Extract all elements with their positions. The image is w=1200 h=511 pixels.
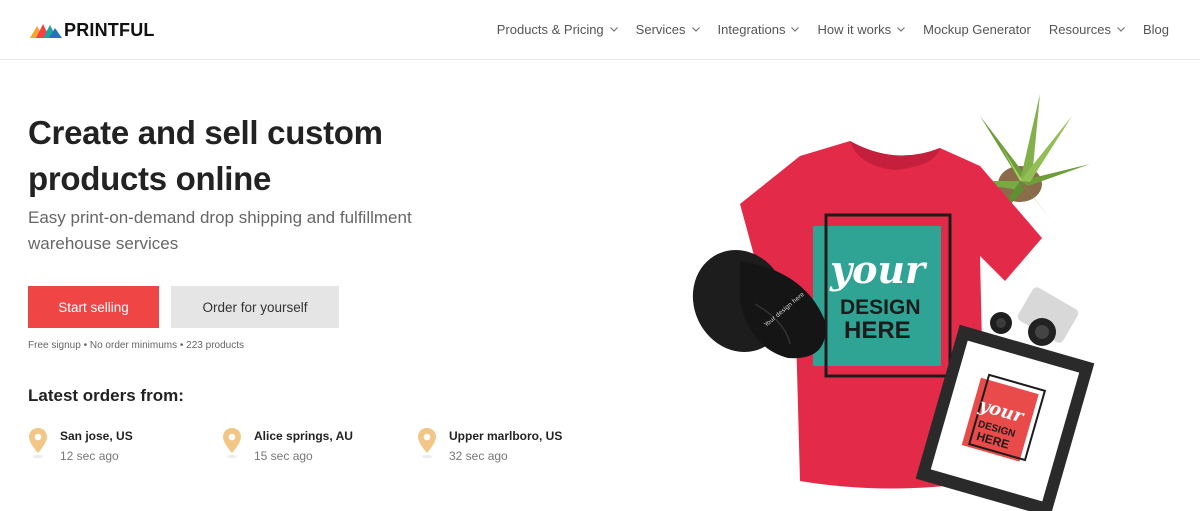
tshirt-design-text-line3: HERE [844,317,911,344]
order-time: 12 sec ago [60,449,119,463]
nav-integrations[interactable]: Integrations [718,22,800,37]
order-info: San jose, US 12 sec ago [60,427,133,463]
order-for-yourself-button[interactable]: Order for yourself [171,286,339,328]
order-city: Upper marlboro, US [449,429,563,443]
order-item: San jose, US 12 sec ago [28,427,133,463]
order-item: Alice springs, AU 15 sec ago [222,427,353,463]
location-pin-icon [29,428,47,459]
hero-product-image: your DESIGN HERE Your design here your D… [692,94,1095,511]
nav-label: Services [635,21,686,37]
site-header: PRINTFUL Products & Pricing Services Int… [0,0,1200,60]
nav-mockup-generator[interactable]: Mockup Generator [923,22,1031,37]
location-pin-icon [418,428,436,459]
main-nav: Products & Pricing Services Integrations… [497,0,1169,58]
hero-title: Create and sell custom products online [28,110,548,202]
hero-subtitle-line-1: Easy print-on-demand drop shipping and f… [28,208,412,227]
nav-blog[interactable]: Blog [1143,22,1169,37]
chevron-down-icon [897,26,906,32]
chevron-down-icon [609,26,618,32]
hero-title-line-1: Create and sell custom [28,114,383,151]
printful-logo-mark-icon [30,24,62,38]
hero-subtitle-line-2: warehouse services [28,234,179,253]
order-time: 32 sec ago [449,449,508,463]
printful-logo[interactable]: PRINTFUL [30,18,155,42]
nav-label: How it works [817,21,892,37]
nav-label: Blog [1142,21,1169,37]
hero-title-line-2: products online [28,160,272,197]
order-info: Upper marlboro, US 32 sec ago [449,427,562,463]
latest-orders-heading: Latest orders from: [28,386,184,405]
tshirt-design-text-line1: your [829,247,928,292]
chevron-down-icon [1117,26,1125,32]
nav-how-it-works[interactable]: How it works [817,21,906,37]
location-pin-icon [223,428,241,459]
nav-label: Products & Pricing [496,21,604,37]
nav-label: Integrations [717,21,786,37]
order-city: San jose, US [60,429,133,443]
hero-subtitle: Easy print-on-demand drop shipping and f… [28,205,488,257]
start-selling-button[interactable]: Start selling [28,286,159,328]
brand-name: PRINTFUL [64,19,155,40]
order-time: 15 sec ago [254,449,313,463]
nav-label: Resources [1048,21,1111,37]
order-info: Alice springs, AU 15 sec ago [254,427,353,463]
nav-products-pricing[interactable]: Products & Pricing [497,22,618,37]
chevron-down-icon [691,26,700,32]
chevron-down-icon [791,26,800,32]
nav-resources[interactable]: Resources [1049,22,1125,37]
order-item: Upper marlboro, US 32 sec ago [417,427,562,463]
nav-label: Mockup Generator [923,21,1031,37]
camera-image [990,287,1079,346]
order-city: Alice springs, AU [254,429,353,443]
tshirt-design-text-line2: DESIGN [840,296,921,319]
nav-services[interactable]: Services [636,22,700,37]
signup-note: Free signup • No order minimums • 223 pr… [28,340,244,351]
